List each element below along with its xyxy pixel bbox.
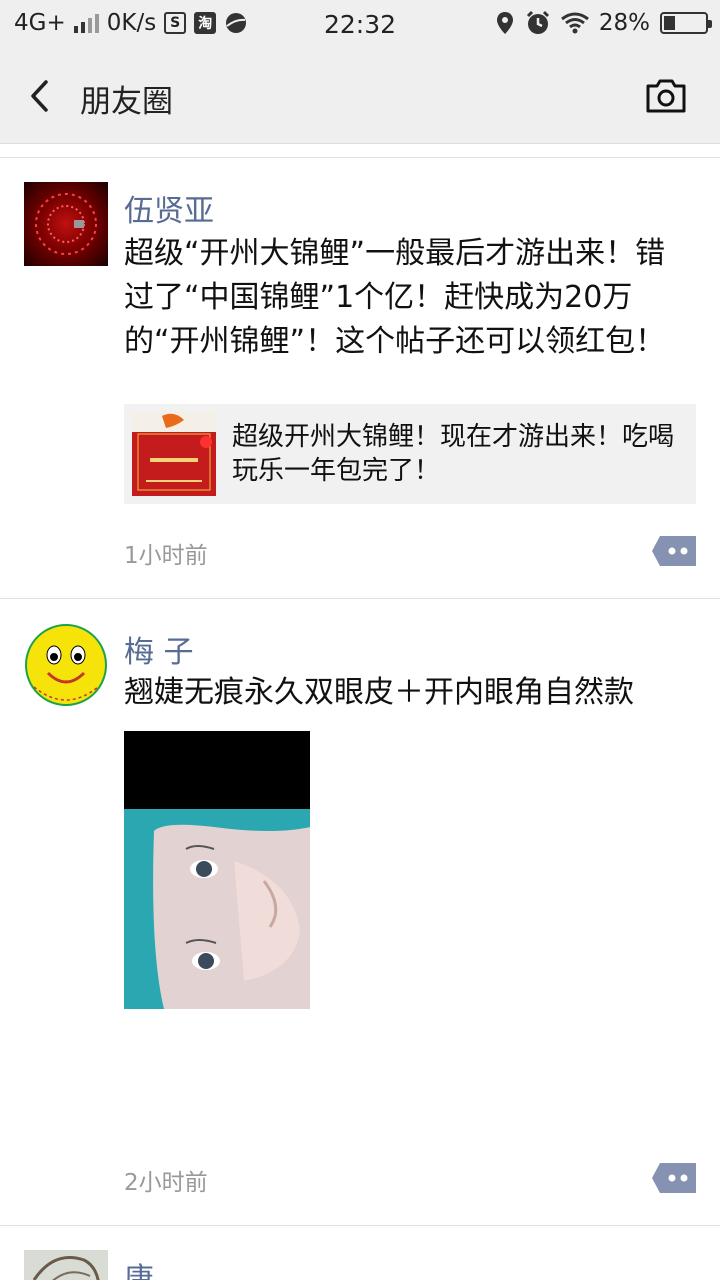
wifi-icon [560, 12, 589, 34]
author-name[interactable]: 梅 子 [124, 627, 194, 671]
comment-menu-icon[interactable] [652, 536, 696, 566]
moment-post: 唐 [0, 1226, 720, 1280]
battery-icon [660, 12, 712, 34]
author-name[interactable]: 伍贤亚 [124, 186, 214, 230]
battery-percent: 28% [598, 10, 650, 36]
post-time: 1小时前 [124, 543, 208, 569]
author-name[interactable]: 唐 [124, 1254, 154, 1280]
link-thumbnail-image [132, 412, 216, 491]
moment-post: 伍贤亚 超级“开州大锦鲤”一般最后才游出来！错过了“中国锦鲤”1个亿！赶快成为2… [0, 158, 720, 598]
link-title: 超级开州大锦鲤！现在才游出来！吃喝玩乐一年包完了！ [232, 422, 675, 486]
post-time: 2小时前 [124, 1170, 208, 1196]
avatar[interactable] [24, 1250, 108, 1280]
avatar-image [35, 193, 97, 255]
shared-link-card[interactable]: 超级开州大锦鲤！现在才游出来！吃喝玩乐一年包完了！ [124, 404, 696, 504]
post-photo[interactable] [124, 731, 310, 1009]
post-text: 翘婕无痕永久双眼皮＋开内眼角自然款 [124, 675, 634, 710]
moment-post: 梅 子 翘婕无痕永久双眼皮＋开内眼角自然款 2小时前 [0, 599, 720, 1225]
camera-icon[interactable] [644, 74, 688, 118]
back-arrow-icon[interactable] [22, 76, 62, 116]
status-right: 28% [495, 10, 712, 36]
post-photo-image [124, 731, 310, 1009]
avatar[interactable] [24, 623, 108, 707]
comment-menu-icon[interactable] [652, 1163, 696, 1193]
avatar[interactable] [24, 182, 108, 266]
alarm-icon [526, 10, 549, 34]
page-title: 朋友圈 [80, 84, 173, 120]
status-bar: 4G+ 0K/s S 淘 22:32 28% [0, 0, 720, 48]
avatar-image [32, 1256, 100, 1280]
battery-level [664, 16, 675, 30]
smiley-face-icon [25, 624, 107, 706]
post-text: 超级“开州大锦鲤”一般最后才游出来！错过了“中国锦鲤”1个亿！赶快成为20万的“… [124, 236, 666, 359]
nav-bar: 朋友圈 [0, 48, 720, 144]
link-thumbnail [132, 412, 216, 496]
location-icon [496, 12, 513, 34]
